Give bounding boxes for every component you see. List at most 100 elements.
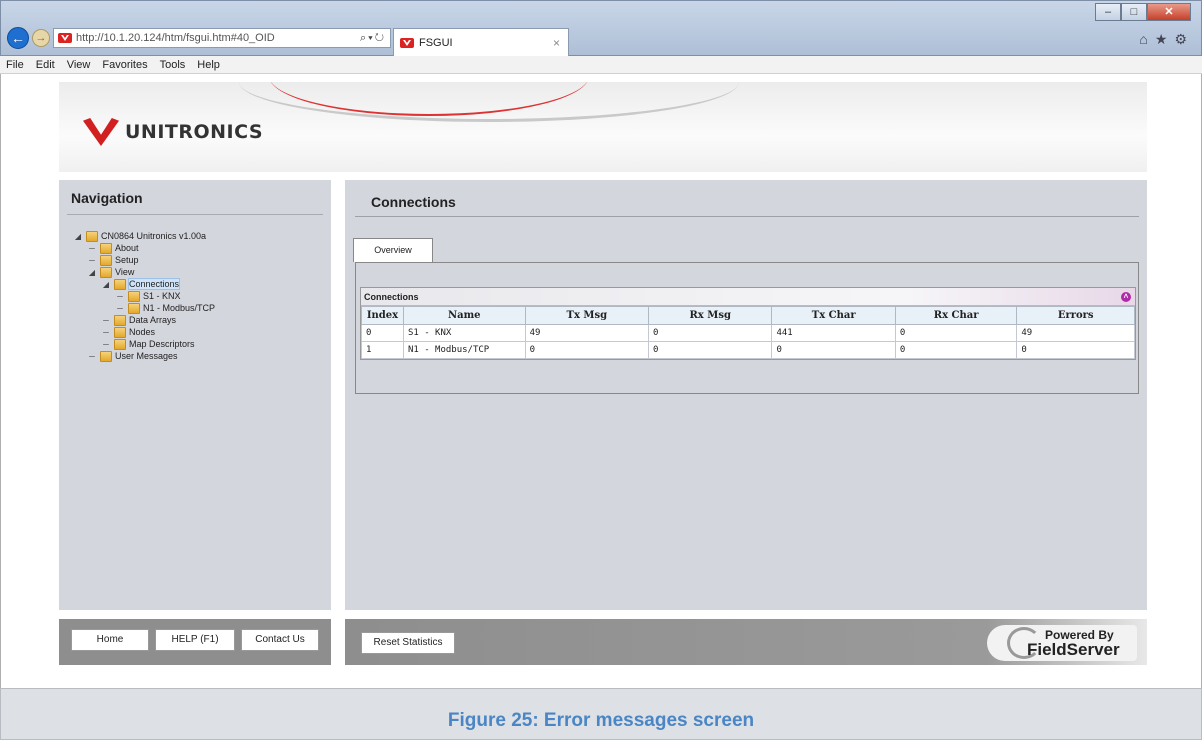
divider xyxy=(355,216,1139,217)
navigation-tree: ◢ CN0864 Unitronics v1.00a ─ About ─ Setup ◢ Vi… xyxy=(73,230,215,362)
grid-caption-label: Connections xyxy=(364,292,419,302)
contact-us-button[interactable]: Contact Us xyxy=(241,629,319,651)
address-url[interactable]: http://10.1.20.124/htm/fsgui.htm#40_OID xyxy=(76,32,275,44)
main-panel: Connections Overview Connections ˄ Index… xyxy=(345,180,1147,610)
tree-node-label[interactable]: Data Arrays xyxy=(129,315,176,325)
figure-caption: Figure 25: Error messages screen xyxy=(447,710,755,731)
table-cell: 0 xyxy=(771,341,896,359)
folder-icon xyxy=(100,254,112,266)
tab-close-icon[interactable]: × xyxy=(553,36,560,50)
table-cell: S1 - KNX xyxy=(402,324,526,342)
star-icon[interactable]: ★ xyxy=(1155,31,1168,48)
folder-icon xyxy=(86,230,98,242)
tab-favicon-icon xyxy=(400,38,414,48)
tree-node-label[interactable]: View xyxy=(115,267,134,277)
tree-node[interactable]: ─ About xyxy=(73,242,215,254)
folder-icon xyxy=(114,278,126,290)
table-cell: 0 xyxy=(524,341,650,359)
tree-connector-icon: ─ xyxy=(103,327,109,337)
help-button[interactable]: HELP (F1) xyxy=(155,629,235,651)
table-cell: 0 xyxy=(894,341,1018,359)
table-cell: 0 xyxy=(648,341,773,359)
table-header-row: Index Name Tx Msg Rx Msg Tx Char Rx Char Error… xyxy=(361,306,1135,325)
navigation-title: Navigation xyxy=(71,190,143,206)
browser-toolbar-icons: ⌂ ★ ⚙ xyxy=(1139,31,1187,48)
column-header[interactable]: Tx Char xyxy=(771,306,896,325)
table-row[interactable]: 1 N1 - Modbus/TCP 0 0 0 0 0 xyxy=(361,341,1135,359)
tree-node-label[interactable]: User Messages xyxy=(115,351,178,361)
reset-statistics-button[interactable]: Reset Statistics xyxy=(361,632,455,654)
tree-node-label[interactable]: Setup xyxy=(115,255,139,265)
folder-icon xyxy=(114,326,126,338)
main-footer: Reset Statistics Powered By FieldServer xyxy=(345,619,1147,665)
column-header[interactable]: Index xyxy=(361,306,404,325)
tree-node[interactable]: ─ Map Descriptors xyxy=(73,338,215,350)
tree-node[interactable]: ─ User Messages xyxy=(73,350,215,362)
tree-node[interactable]: ◢ Connections xyxy=(73,278,215,290)
forward-arrow-icon[interactable]: → xyxy=(32,29,50,47)
menu-view[interactable]: View xyxy=(67,59,91,71)
address-bar[interactable]: http://10.1.20.124/htm/fsgui.htm#40_OID … xyxy=(53,28,391,48)
home-icon[interactable]: ⌂ xyxy=(1139,31,1147,48)
close-icon[interactable]: ✕ xyxy=(1147,3,1191,21)
column-header[interactable]: Rx Msg xyxy=(648,306,773,325)
home-button[interactable]: Home xyxy=(71,629,149,651)
tree-node-label[interactable]: CN0864 Unitronics v1.00a xyxy=(101,231,206,241)
column-header[interactable]: Tx Msg xyxy=(524,306,650,325)
tab-overview[interactable]: Overview xyxy=(353,238,433,262)
tab-title: FSGUI xyxy=(419,37,453,49)
gear-icon[interactable]: ⚙ xyxy=(1174,31,1187,48)
minimize-icon[interactable]: – xyxy=(1095,3,1121,21)
tree-node[interactable]: ─ Setup xyxy=(73,254,215,266)
expand-arrow-icon[interactable]: ◢ xyxy=(73,232,83,241)
unitronics-logo-icon xyxy=(83,118,119,146)
menu-edit[interactable]: Edit xyxy=(36,59,55,71)
tree-node-label[interactable]: N1 - Modbus/TCP xyxy=(143,303,215,313)
collapse-icon[interactable]: ˄ xyxy=(1121,292,1131,302)
tree-connector-icon: ─ xyxy=(117,303,123,313)
menu-tools[interactable]: Tools xyxy=(160,59,186,71)
menu-file[interactable]: File xyxy=(6,59,24,71)
expand-arrow-icon[interactable]: ◢ xyxy=(87,268,97,277)
tree-node[interactable]: ─ N1 - Modbus/TCP xyxy=(73,302,215,314)
maximize-icon[interactable]: □ xyxy=(1121,3,1147,21)
column-header[interactable]: Name xyxy=(402,306,526,325)
grid-caption: Connections ˄ xyxy=(361,288,1135,306)
site-favicon-icon xyxy=(58,33,72,43)
window-controls: – □ ✕ xyxy=(1095,3,1191,21)
column-header[interactable]: Errors xyxy=(1016,306,1135,325)
divider xyxy=(67,214,323,215)
tree-node[interactable]: ◢ View xyxy=(73,266,215,278)
tree-node-label[interactable]: About xyxy=(115,243,139,253)
folder-icon xyxy=(128,290,140,302)
table-cell: 0 xyxy=(361,324,404,342)
table-cell: 441 xyxy=(771,324,896,342)
table-cell: 49 xyxy=(524,324,650,342)
tree-node[interactable]: ─ Data Arrays xyxy=(73,314,215,326)
tree-node-label[interactable]: S1 - KNX xyxy=(143,291,181,301)
tree-node[interactable]: ─ Nodes xyxy=(73,326,215,338)
unitronics-logo: UNITRONICS xyxy=(83,118,263,146)
expand-arrow-icon[interactable]: ◢ xyxy=(101,280,111,289)
browser-tab[interactable]: FSGUI × xyxy=(393,28,569,57)
menu-favorites[interactable]: Favorites xyxy=(102,59,147,71)
table-cell: 49 xyxy=(1016,324,1135,342)
table-cell: 0 xyxy=(648,324,773,342)
tree-node-label[interactable]: Nodes xyxy=(129,327,155,337)
tree-connector-icon: ─ xyxy=(103,339,109,349)
tree-node[interactable]: ─ S1 - KNX xyxy=(73,290,215,302)
navigation-panel: Navigation ◢ CN0864 Unitronics v1.00a ─ Abo… xyxy=(59,180,331,610)
tree-node[interactable]: ◢ CN0864 Unitronics v1.00a xyxy=(73,230,215,242)
column-header[interactable]: Rx Char xyxy=(894,306,1018,325)
search-refresh-icon[interactable]: ⌕▾↻ xyxy=(360,32,390,45)
tree-node-label[interactable]: Connections xyxy=(127,278,181,290)
table-cell: 1 xyxy=(361,341,404,359)
table-row[interactable]: 0 S1 - KNX 49 0 441 0 49 xyxy=(361,324,1135,342)
menu-help[interactable]: Help xyxy=(197,59,220,71)
browser-title-bar: – □ ✕ ← → http://10.1.20.124/htm/fsgui.h… xyxy=(0,0,1202,57)
folder-icon xyxy=(100,266,112,278)
tree-node-label[interactable]: Map Descriptors xyxy=(129,339,195,349)
back-arrow-icon[interactable]: ← xyxy=(7,27,29,49)
table-cell: N1 - Modbus/TCP xyxy=(402,341,526,359)
connections-grid: Connections ˄ Index Name Tx Msg Rx Msg Tx Ch… xyxy=(360,287,1136,360)
